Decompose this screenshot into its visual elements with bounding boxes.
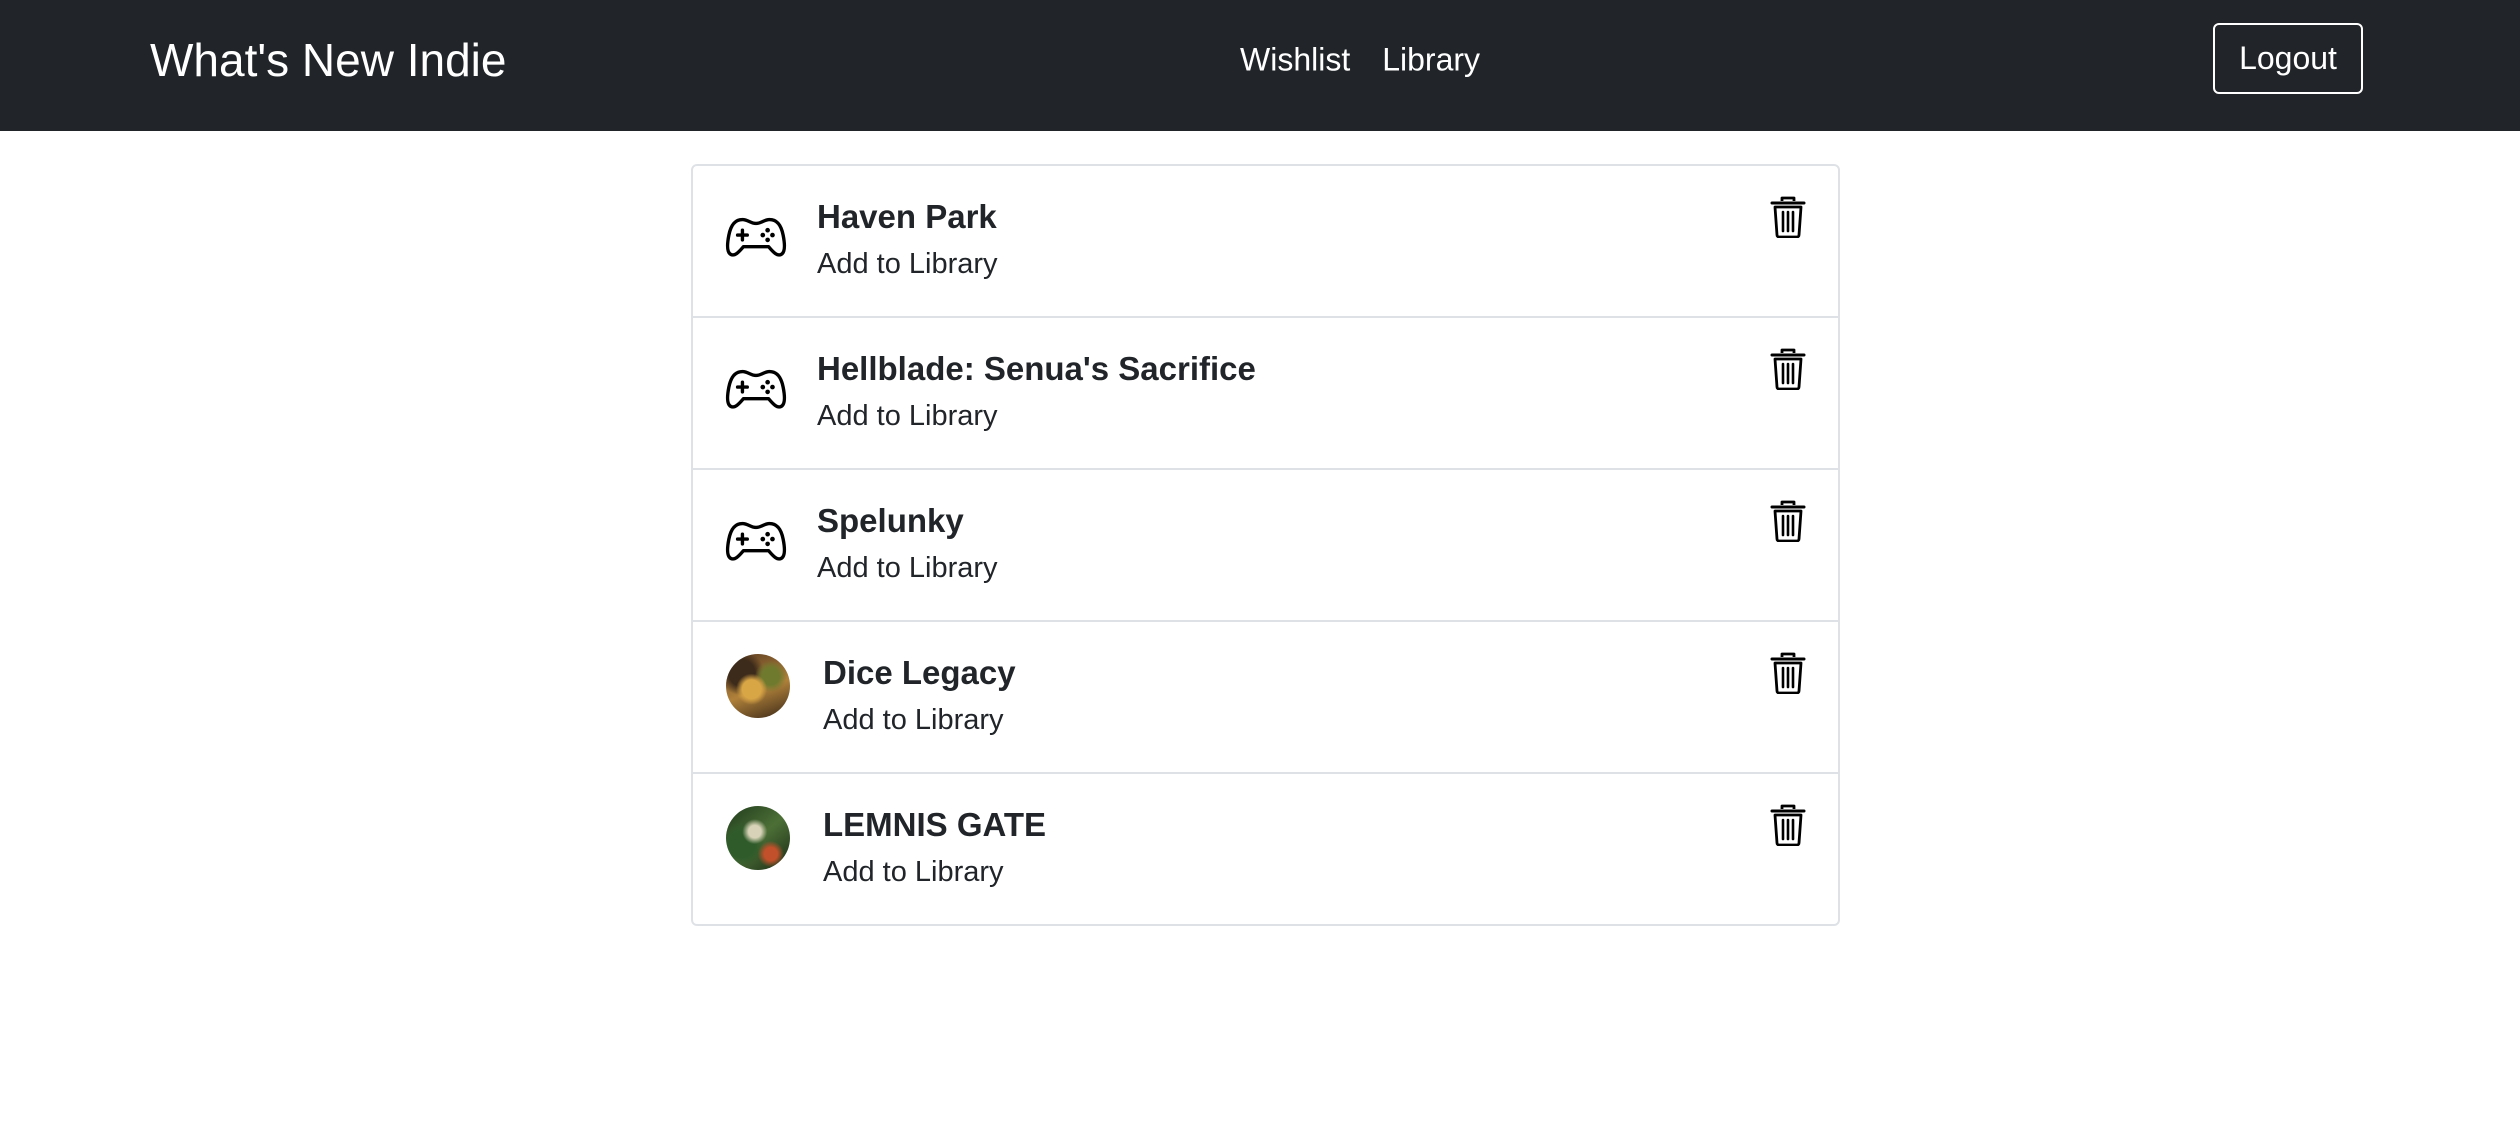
wishlist-game-list: Haven Park Add to Library Hellblade: Sen… bbox=[691, 164, 1840, 926]
list-item: LEMNIS GATE Add to Library bbox=[693, 774, 1838, 924]
gamepad-icon bbox=[725, 521, 787, 561]
nav-links: Wishlist Library bbox=[1240, 42, 1480, 79]
game-title: Hellblade: Senua's Sacrifice bbox=[817, 350, 1256, 387]
trash-icon[interactable] bbox=[1770, 196, 1806, 238]
gamepad-icon bbox=[725, 217, 787, 257]
trash-icon[interactable] bbox=[1770, 348, 1806, 390]
list-item: Spelunky Add to Library bbox=[693, 470, 1838, 622]
game-cover-image bbox=[726, 806, 790, 870]
list-item: Hellblade: Senua's Sacrifice Add to Libr… bbox=[693, 318, 1838, 470]
logout-button[interactable]: Logout bbox=[2213, 23, 2363, 94]
gamepad-icon bbox=[725, 369, 787, 409]
brand-link[interactable]: What's New Indie bbox=[150, 33, 506, 87]
add-to-library-link[interactable]: Add to Library bbox=[817, 552, 998, 585]
list-item: Haven Park Add to Library bbox=[693, 166, 1838, 318]
nav-link-wishlist[interactable]: Wishlist bbox=[1240, 42, 1350, 79]
nav-link-library[interactable]: Library bbox=[1382, 42, 1480, 79]
add-to-library-link[interactable]: Add to Library bbox=[817, 248, 998, 281]
trash-icon[interactable] bbox=[1770, 500, 1806, 542]
game-title: Haven Park bbox=[817, 198, 997, 235]
add-to-library-link[interactable]: Add to Library bbox=[823, 704, 1004, 737]
trash-icon[interactable] bbox=[1770, 804, 1806, 846]
game-title: LEMNIS GATE bbox=[823, 806, 1047, 843]
game-title: Spelunky bbox=[817, 502, 964, 539]
game-cover-image bbox=[726, 654, 790, 718]
navbar: What's New Indie Wishlist Library Logout bbox=[0, 0, 2520, 131]
add-to-library-link[interactable]: Add to Library bbox=[817, 400, 998, 433]
trash-icon[interactable] bbox=[1770, 652, 1806, 694]
add-to-library-link[interactable]: Add to Library bbox=[823, 856, 1004, 889]
game-title: Dice Legacy bbox=[823, 654, 1016, 691]
list-item: Dice Legacy Add to Library bbox=[693, 622, 1838, 774]
